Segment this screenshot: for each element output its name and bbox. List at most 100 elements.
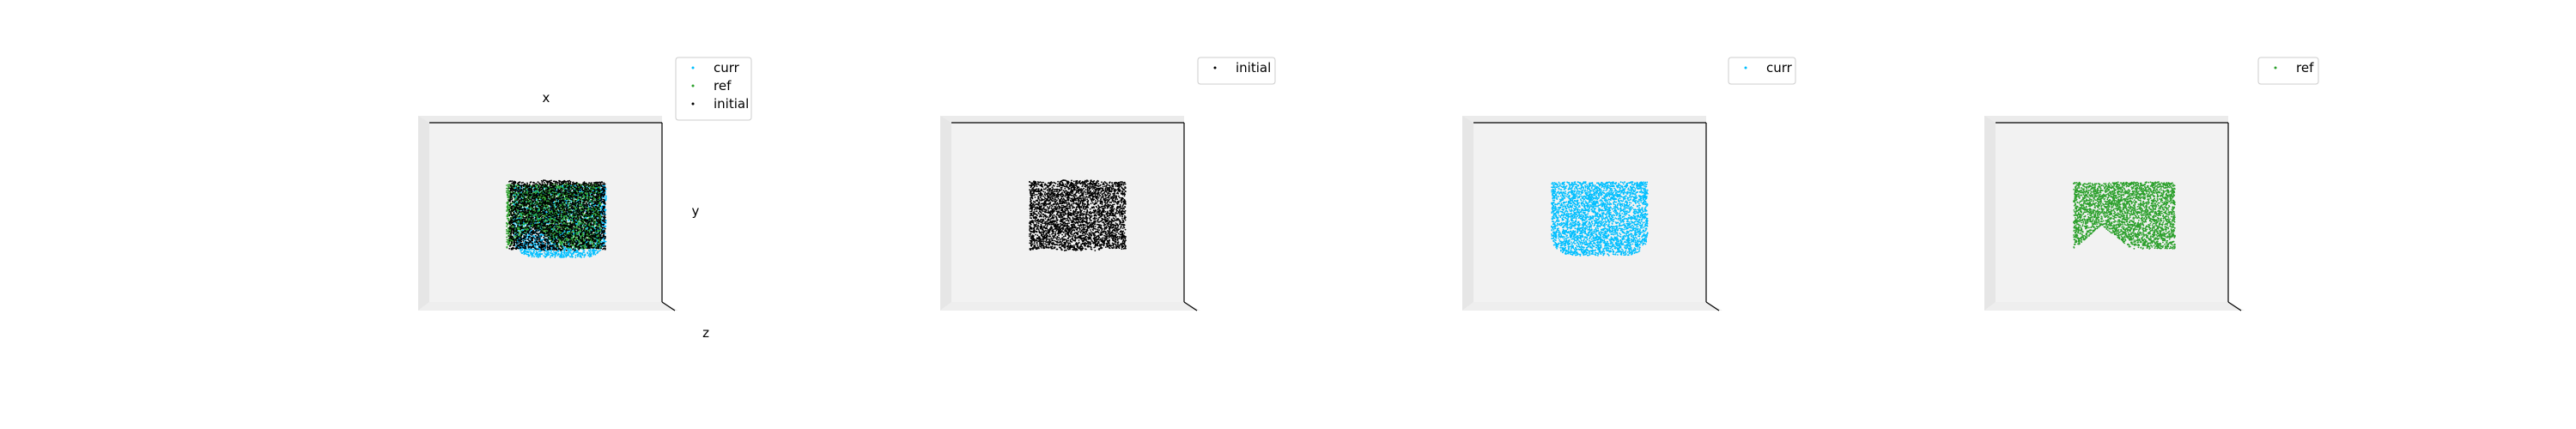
- data-point: [586, 252, 589, 254]
- data-point: [605, 195, 607, 197]
- data-point: [507, 195, 509, 196]
- data-point: [580, 257, 582, 258]
- data-point: [576, 249, 579, 251]
- data-point: [550, 257, 551, 258]
- data-point: [578, 252, 580, 255]
- data-point: [528, 254, 530, 257]
- data-point: [523, 253, 526, 256]
- data-point: [569, 256, 572, 258]
- data-point: [538, 251, 540, 252]
- data-point: [535, 255, 538, 257]
- data-point: [526, 251, 528, 253]
- data-point: [583, 249, 586, 251]
- data-point: [506, 233, 507, 235]
- data-point: [538, 254, 540, 257]
- data-point: [555, 255, 557, 257]
- data-point: [572, 256, 574, 258]
- data-point: [530, 251, 532, 252]
- data-point: [557, 250, 560, 252]
- data-point: [508, 242, 511, 244]
- data-point: [536, 251, 538, 253]
- data-point: [597, 251, 599, 253]
- data-point: [533, 248, 535, 251]
- data-point: [560, 252, 562, 255]
- data-point: [547, 251, 550, 254]
- data-point: [589, 255, 592, 257]
- data-point: [568, 202, 570, 205]
- figure: x y z currrefinitial initial curr ref: [418, 57, 2319, 341]
- floor-pane: [418, 302, 678, 311]
- data-point: [603, 239, 605, 241]
- data-point: [564, 247, 566, 249]
- data-point: [519, 250, 522, 251]
- data-point: [533, 256, 535, 258]
- data-point: [554, 256, 556, 258]
- data-point: [506, 184, 507, 186]
- data-point: [544, 251, 545, 254]
- data-point: [575, 237, 578, 239]
- data-point: [539, 251, 542, 253]
- data-point: [569, 249, 571, 251]
- data-point: [569, 252, 572, 254]
- data-point: [551, 254, 554, 257]
- data-point: [566, 251, 568, 254]
- data-point: [526, 207, 528, 209]
- data-point: [594, 253, 597, 256]
- data-point: [553, 251, 555, 253]
- data-point: [568, 220, 569, 221]
- data-point: [531, 251, 533, 254]
- data-point: [601, 240, 603, 243]
- data-point: [592, 249, 594, 251]
- data-point: [541, 253, 544, 256]
- data-point: [603, 225, 605, 227]
- data-point: [523, 224, 526, 227]
- data-point: [564, 249, 566, 251]
- point-cloud: [506, 179, 607, 258]
- data-point: [534, 245, 537, 248]
- data-point: [536, 253, 538, 255]
- data-point: [592, 253, 595, 256]
- data-point: [550, 252, 552, 255]
- data-point: [579, 254, 581, 257]
- data-point: [545, 251, 548, 253]
- data-point: [576, 255, 579, 257]
- data-point: [573, 188, 575, 190]
- data-point: [567, 253, 569, 255]
- data-point: [568, 251, 569, 254]
- data-point: [605, 208, 607, 211]
- data-point: [584, 245, 586, 247]
- data-point: [599, 249, 602, 251]
- data-point: [595, 249, 598, 251]
- data-point: [554, 253, 556, 256]
- data-point: [506, 236, 508, 239]
- data-point: [519, 217, 522, 220]
- data-point: [584, 254, 586, 257]
- data-point: [589, 251, 591, 252]
- data-point: [562, 255, 565, 257]
- data-point: [566, 254, 568, 256]
- data-point: [605, 196, 607, 199]
- data-point: [549, 250, 551, 251]
- data-point: [563, 252, 566, 255]
- data-point: [556, 254, 559, 257]
- data-point: [590, 253, 592, 256]
- data-point: [596, 252, 598, 254]
- data-point: [572, 252, 574, 254]
- data-point: [523, 250, 526, 252]
- left-pane: [418, 116, 429, 311]
- data-point: [532, 251, 535, 253]
- data-point: [534, 191, 537, 194]
- data-point: [568, 254, 570, 257]
- data-point: [561, 254, 562, 257]
- data-point: [564, 254, 567, 256]
- data-point: [559, 254, 562, 256]
- data-point: [519, 231, 520, 233]
- data-point: [550, 250, 553, 252]
- data-point: [526, 253, 528, 256]
- data-point: [577, 223, 580, 226]
- data-point: [600, 206, 603, 208]
- data-point: [537, 256, 539, 257]
- data-point: [587, 255, 590, 257]
- data-point: [554, 252, 556, 254]
- data-point: [590, 251, 592, 254]
